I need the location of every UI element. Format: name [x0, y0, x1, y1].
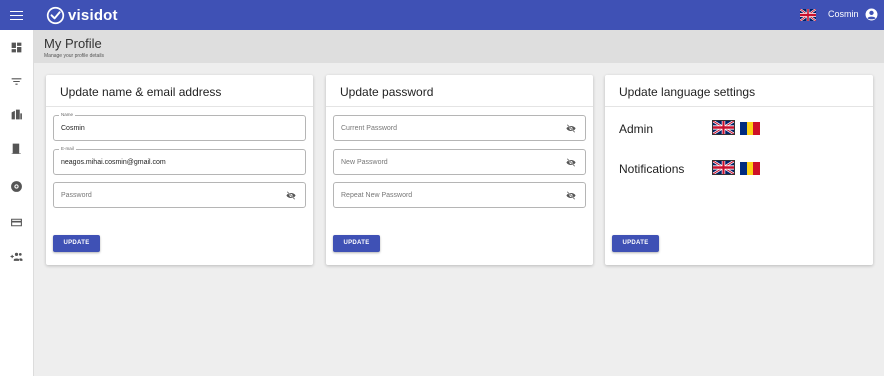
app-brand: visidot — [68, 6, 118, 24]
email-label: E-mail — [59, 146, 76, 152]
email-field[interactable]: E-mail neagos.mihai.cosmin@gmail.com — [53, 146, 306, 175]
filter-icon[interactable] — [10, 75, 23, 88]
repeat-password-field[interactable]: Repeat New Password — [333, 182, 586, 208]
visibility-off-icon[interactable] — [286, 191, 296, 200]
visibility-off-icon[interactable] — [566, 191, 576, 200]
language-card: Update language settings Admin Notificat… — [605, 75, 873, 265]
sidebar — [0, 30, 34, 376]
buildings-icon[interactable] — [10, 108, 23, 121]
card-title: Update password — [340, 85, 434, 99]
badge-icon[interactable] — [10, 180, 23, 193]
page-header — [34, 30, 884, 63]
repeat-password-placeholder: Repeat New Password — [341, 192, 413, 199]
card-title: Update name & email address — [60, 85, 222, 99]
top-app-bar: visidot Cosmin — [0, 0, 884, 30]
current-password-field[interactable]: Current Password — [333, 115, 586, 141]
dashboard-icon[interactable] — [10, 41, 23, 54]
divider — [326, 106, 593, 107]
notifications-flag-uk-icon[interactable] — [712, 160, 735, 175]
name-field[interactable]: Name Cosmin — [53, 112, 306, 141]
user-name[interactable]: Cosmin — [828, 9, 859, 19]
divider — [605, 106, 873, 107]
update-language-button[interactable]: UPDATE — [612, 235, 659, 252]
credit-card-icon[interactable] — [10, 216, 23, 229]
name-label: Name — [59, 112, 76, 118]
card-title: Update language settings — [619, 85, 756, 99]
name-value: Cosmin — [61, 125, 85, 132]
logo-check-icon — [46, 6, 65, 24]
visibility-off-icon[interactable] — [566, 124, 576, 133]
language-flag-uk-icon[interactable] — [799, 7, 817, 23]
add-group-icon[interactable] — [10, 250, 23, 263]
visibility-off-icon[interactable] — [566, 158, 576, 167]
update-name-button[interactable]: UPDATE — [53, 235, 100, 252]
notifications-language-label: Notifications — [619, 162, 685, 176]
admin-flag-ro-icon[interactable] — [740, 122, 761, 135]
admin-language-label: Admin — [619, 122, 654, 136]
page-title: My Profile — [44, 36, 102, 51]
door-icon[interactable] — [10, 142, 23, 155]
update-password-button[interactable]: UPDATE — [333, 235, 380, 252]
notifications-flag-ro-icon[interactable] — [740, 162, 761, 175]
new-password-placeholder: New Password — [341, 159, 388, 166]
password-card: Update password Current Password New Pas… — [326, 75, 593, 265]
new-password-field[interactable]: New Password — [333, 149, 586, 175]
app-logo[interactable]: visidot — [46, 5, 118, 25]
menu-icon[interactable] — [10, 8, 23, 22]
admin-flag-uk-icon[interactable] — [712, 120, 735, 135]
divider — [46, 106, 313, 107]
password-placeholder: Password — [61, 192, 92, 199]
password-field[interactable]: Password — [53, 182, 306, 208]
email-value: neagos.mihai.cosmin@gmail.com — [61, 159, 166, 166]
name-email-card: Update name & email address Name Cosmin … — [46, 75, 313, 265]
current-password-placeholder: Current Password — [341, 125, 398, 132]
page-subtitle: Manage your profile details — [44, 53, 105, 59]
account-circle-icon[interactable] — [865, 8, 878, 21]
